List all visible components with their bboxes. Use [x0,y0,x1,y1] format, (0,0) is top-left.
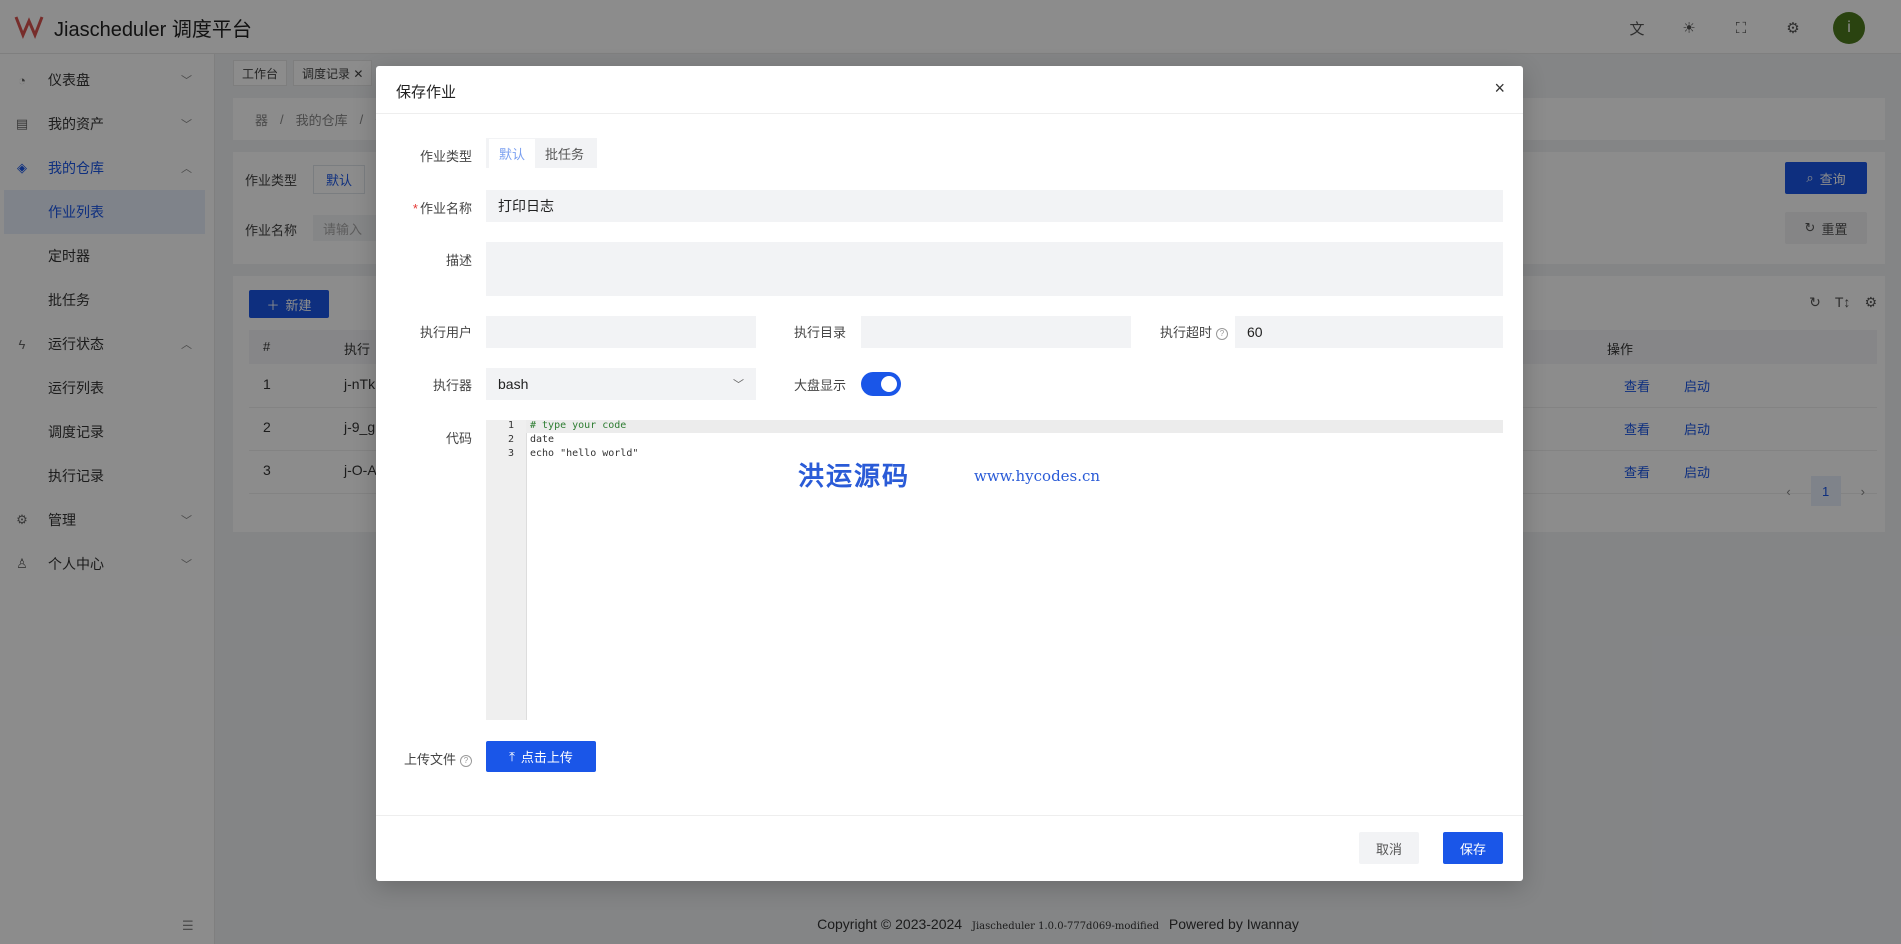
modal-header: 保存作业 × [376,66,1523,114]
modal-footer: 取消 保存 [376,815,1523,881]
upload-label: 上传文件? [396,749,472,768]
desc-textarea[interactable] [486,242,1503,296]
executor-label: 执行器 [432,378,472,393]
line-gutter: 1 2 3 [486,420,527,720]
close-icon[interactable]: × [1494,78,1505,99]
watermark-text: 洪运源码 [798,462,911,492]
dashboard-label: 大盘显示 [793,378,846,393]
code-line: # type your code [530,420,627,431]
code-line: echo "hello world" [530,448,639,459]
exec-timeout-label: 执行超时? [1144,322,1228,341]
save-job-modal: 保存作业 × 作业类型 默认 批任务 * 作业名称 打印日志 描述 执行用户 执行… [376,66,1523,881]
cancel-button[interactable]: 取消 [1359,832,1419,864]
exec-timeout-input[interactable]: 60 [1235,316,1503,348]
job-type-default[interactable]: 默认 [489,138,536,168]
code-editor[interactable]: 1 2 3 # type your code date echo "hello … [486,420,1503,720]
upload-button[interactable]: ⤒ 点击上传 [486,741,596,772]
watermark-url: www.hycodes.cn [974,467,1101,485]
exec-user-input[interactable] [486,316,756,348]
help-icon: ? [1216,327,1228,340]
help-icon: ? [460,754,472,767]
exec-dir-label: 执行目录 [793,325,846,340]
exec-user-label: 执行用户 [419,325,472,340]
desc-label: 描述 [445,253,472,268]
job-type-segmented: 默认 批任务 [486,138,598,168]
dashboard-toggle[interactable] [861,372,901,396]
code-label: 代码 [445,431,472,446]
job-type-batch[interactable]: 批任务 [535,139,594,168]
job-name-input[interactable]: 打印日志 [486,190,1503,222]
save-button[interactable]: 保存 [1443,832,1503,864]
exec-dir-input[interactable] [861,316,1131,348]
modal-title: 保存作业 [396,84,457,101]
upload-icon: ⤒ [509,748,515,764]
executor-select[interactable]: bash ﹀ [486,368,756,400]
job-name-label: * 作业名称 [412,201,472,216]
job-type-label: 作业类型 [419,149,472,164]
chevron-down-icon: ﹀ [733,379,744,391]
code-line: date [530,434,555,445]
